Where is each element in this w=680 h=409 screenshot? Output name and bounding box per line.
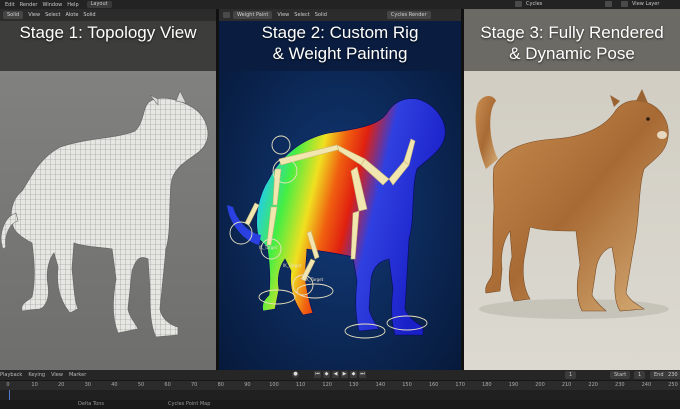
timeline-header: Playback Keying View Marker ● ⏮ ◆ ◀ ▶ ◆ … [0,370,680,380]
timeline-tick-label: 50 [137,382,145,388]
weight-paint-mode-select[interactable]: Weight Paint [233,11,273,19]
bone-label-2: IK_Target [283,263,302,268]
stage2-title-line1: Stage 2: Custom Rig [261,23,419,42]
timeline-tick-label: 250 [668,382,678,388]
timeline-menu-view[interactable]: View [51,372,63,378]
timeline-tick-label: 150 [402,382,412,388]
timeline-tick-label: 130 [349,382,359,388]
status-item-2: Cycles Point Map [168,401,211,407]
stage1-title: Stage 1: Topology View [19,23,197,42]
weight-menu-solid[interactable]: Solid [315,12,327,18]
view-layer-group: View Layer [600,1,659,7]
render-engine-group: Cycles [510,1,542,7]
editor-type-icon[interactable] [223,12,230,18]
record-icon[interactable]: ● [292,371,299,378]
timeline-tick-label: 210 [561,382,572,388]
timeline-tick-label: 160 [428,382,439,388]
timeline-tick-label: 90 [244,382,251,388]
timeline-menu-marker[interactable]: Marker [69,372,86,378]
status-bar: Delta Tons Cycles Point Map [0,400,680,409]
view-layer-icon [605,1,612,7]
timeline-tick-label: 30 [84,382,91,388]
timeline-tick-label: 200 [535,382,545,388]
play-icon[interactable]: ▶ [341,371,348,378]
viewport-rendered[interactable]: Stage 3: Fully Rendered & Dynamic Pose [464,9,680,370]
end-frame-field[interactable]: 230 [664,371,680,379]
start-frame-label: Start [610,371,631,379]
timeline-track[interactable] [0,390,680,400]
stage2-title-line2: & Weight Painting [272,44,408,63]
viewport-topology[interactable]: Solid View Select Alote Solid Stage 1: T… [0,9,216,370]
menu-help[interactable]: Help [67,2,78,8]
menu-render[interactable]: Render [20,2,38,8]
bone-label-3: IK_Target [305,277,324,282]
menu-edit[interactable]: Edit [5,2,15,8]
stage3-title-line1: Stage 3: Fully Rendered [480,23,664,42]
status-item-1: Delta Tons [78,401,104,407]
weight-menu-select[interactable]: Select [294,12,309,18]
view-layer-select[interactable]: View Layer [632,1,659,7]
bone-label-1: IK_Target [259,245,278,250]
render-engine-select[interactable]: Cycles [526,1,542,7]
jump-end-icon[interactable]: ⏭ [359,371,366,378]
timeline-tick-label: 10 [31,382,38,388]
timeline-tick-label: 0 [6,382,10,388]
weight-render-select[interactable]: Cycles Render [386,11,431,19]
timeline-tick-label: 240 [641,382,652,388]
topology-header: Solid View Select Alote Solid [0,9,216,21]
timeline-menu-keying[interactable]: Keying [28,372,45,378]
topology-mode-select[interactable]: Solid [3,11,24,19]
timeline-tick-label: 70 [191,382,198,388]
timeline-tick-label: 230 [615,382,625,388]
workspace-tab-layout[interactable]: Layout [86,1,112,8]
top-menubar: Edit Render Window Help Layout Cycles Vi… [0,0,680,9]
topology-menu-alote[interactable]: Alote [66,12,79,18]
play-reverse-icon[interactable]: ◀ [332,371,339,378]
topology-viewport-canvas [0,9,216,370]
timeline-tick-label: 60 [164,382,171,388]
weight-paint-header: Weight Paint View Select Solid Cycles Re… [219,9,461,21]
current-frame-field[interactable]: 1 [565,371,577,379]
topology-menu-view[interactable]: View [28,12,40,18]
stage3-title-line2: & Dynamic Pose [509,44,635,63]
timeline-tick-label: 100 [269,382,279,388]
scene-icon [515,1,522,7]
timeline-tick-label: 190 [508,382,519,388]
menu-window[interactable]: Window [43,2,63,8]
topology-menu-solid[interactable]: Solid [83,12,95,18]
next-key-icon[interactable]: ◆ [350,371,357,378]
start-frame-field[interactable]: 1 [634,371,646,379]
timeline-tick-label: 110 [295,382,306,388]
view-layer-copy-icon[interactable] [621,1,628,7]
timeline-menu-playback[interactable]: Playback [0,372,22,378]
timeline-tick-label: 80 [217,382,224,388]
timeline-tick-label: 140 [375,382,386,388]
timeline-ruler[interactable]: 0 10 20 30 40 50 60 70 80 90 100 110 120 130 140 150 160… [0,380,680,390]
jump-start-icon[interactable]: ⏮ [314,371,321,378]
timeline-tick-label: 170 [455,382,465,388]
timeline-tick-label: 120 [322,382,332,388]
timeline-tick-label: 220 [588,382,598,388]
viewport-weight-paint[interactable]: IK_Target IK_Target IK_Target Weight Pai… [219,9,461,370]
playhead-indicator[interactable] [9,390,10,400]
topology-menu-select[interactable]: Select [45,12,60,18]
timeline-tick-label: 20 [58,382,65,388]
prev-key-icon[interactable]: ◆ [323,371,330,378]
timeline-tick-label: 180 [482,382,492,388]
timeline-tick-label: 40 [111,382,118,388]
weight-menu-view[interactable]: View [277,12,289,18]
